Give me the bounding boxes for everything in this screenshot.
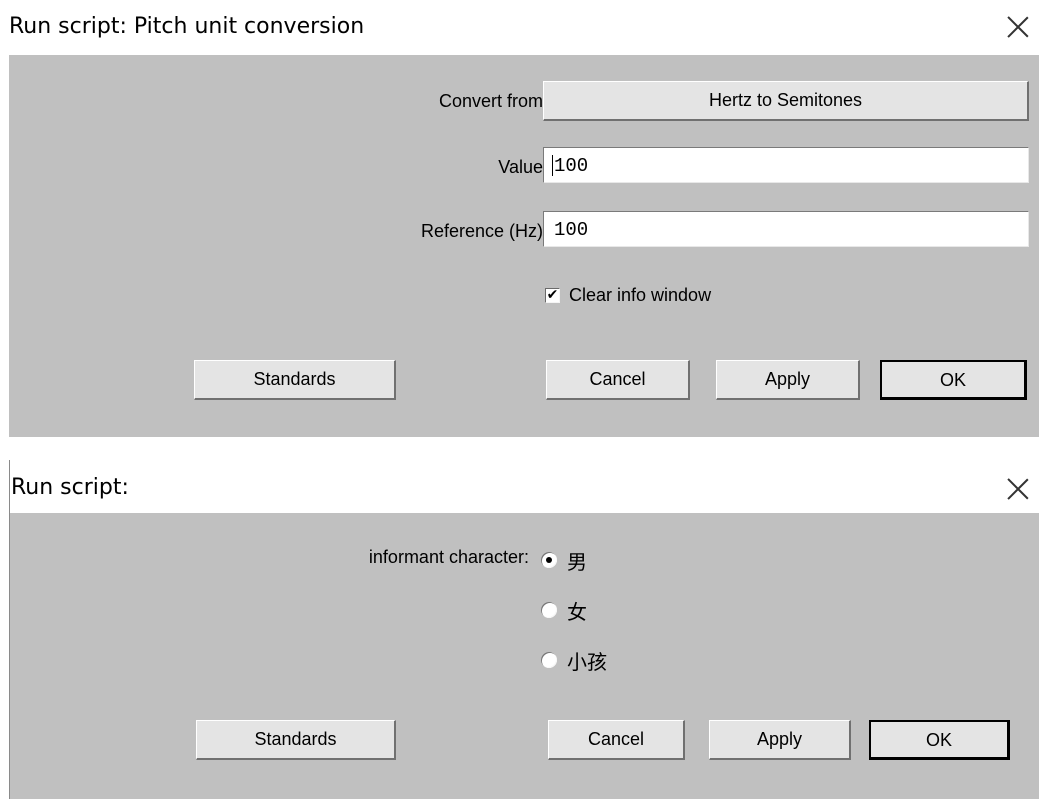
reference-label: Reference (Hz): [420,221,548,241]
standards-button-2[interactable]: Standards [196,720,396,760]
reference-input[interactable]: 100 [543,211,1029,247]
close-icon[interactable] [1007,16,1029,38]
checkmark-icon: ✔ [546,287,559,303]
value-text: 100 [554,155,589,177]
option-label-male[interactable]: 男 [567,546,587,575]
option-label-child[interactable]: 小孩 [567,646,607,675]
convert-from-label: Convert from: [438,91,548,111]
dialog-title: Run script: Pitch unit conversion [9,14,365,39]
value-input[interactable]: 100 [543,147,1029,183]
dialog-title-2: Run script: [11,475,129,500]
run-script-dialog: Run script: informant character: 男 女 小孩 … [0,460,1039,799]
standards-button[interactable]: Standards [194,360,396,400]
text-caret [552,155,553,176]
reference-text: 100 [554,219,589,241]
value-label: Value: [498,157,548,177]
convert-from-option-button[interactable]: Hertz to Semitones [543,81,1029,121]
option-label-female[interactable]: 女 [567,596,587,625]
form-panel: Convert from: Hertz to Semitones Value: … [9,55,1039,437]
title-bar: Run script: Pitch unit conversion [0,0,1039,55]
close-icon[interactable] [1007,478,1029,500]
cancel-button-2[interactable]: Cancel [548,720,685,760]
informant-character-label: informant character: [368,547,529,567]
ok-button[interactable]: OK [880,360,1027,400]
radio-option-male[interactable] [541,552,557,568]
title-bar-2: Run script: [10,460,1039,513]
ok-button-2[interactable]: OK [869,720,1010,760]
radio-option-child[interactable] [541,652,557,668]
clear-info-checkbox[interactable]: ✔ [545,288,560,303]
form-panel-2: informant character: 男 女 小孩 Standards Ca… [10,513,1039,799]
radio-selected-dot [546,557,552,563]
clear-info-label[interactable]: Clear info window [569,285,711,306]
apply-button[interactable]: Apply [716,360,860,400]
apply-button-2[interactable]: Apply [709,720,851,760]
radio-option-female[interactable] [541,602,557,618]
pitch-conversion-dialog: Run script: Pitch unit conversion Conver… [0,0,1039,440]
cancel-button[interactable]: Cancel [546,360,690,400]
